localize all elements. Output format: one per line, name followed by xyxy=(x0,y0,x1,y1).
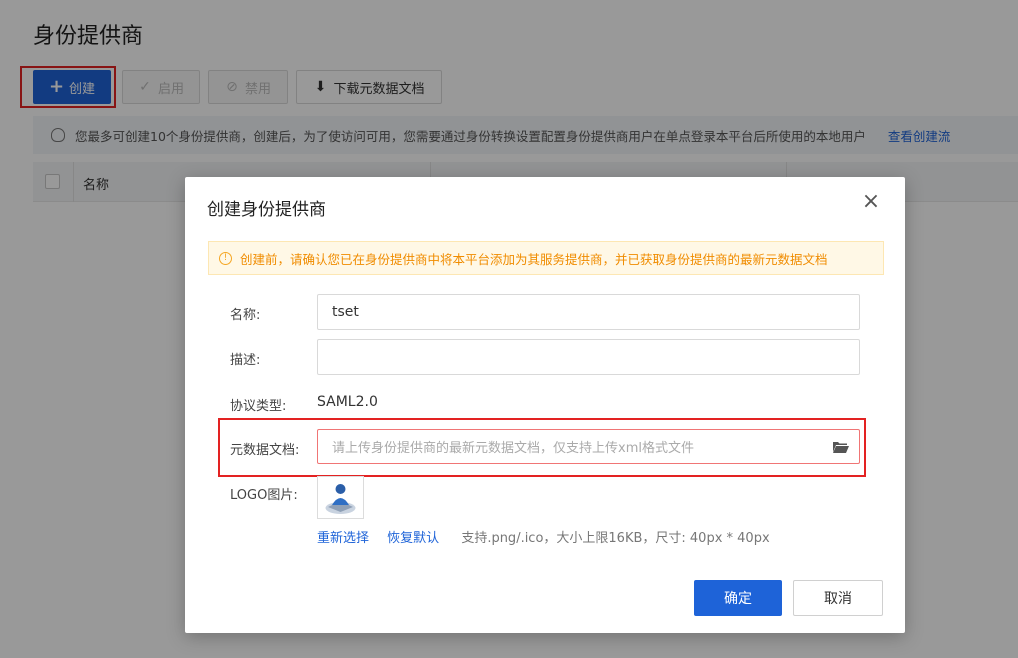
create-idp-dialog: 创建身份提供商 × ! 创建前，请确认您已在身份提供商中将本平台添加为其服务提供… xyxy=(185,177,905,633)
description-input[interactable] xyxy=(317,339,860,375)
name-label: 名称: xyxy=(230,308,261,323)
logo-user-icon xyxy=(325,484,356,514)
dialog-title: 创建身份提供商 xyxy=(207,200,326,220)
logo-hint: 支持.png/.ico，大小上限16KB，尺寸: 40px * 40px xyxy=(461,531,770,546)
close-icon[interactable]: × xyxy=(861,191,881,213)
metadata-placeholder: 请上传身份提供商的最新元数据文档，仅支持上传xml格式文件 xyxy=(332,441,694,456)
protocol-value: SAML2.0 xyxy=(317,394,378,410)
protocol-label: 协议类型: xyxy=(230,399,287,414)
confirm-button[interactable]: 确定 xyxy=(694,580,782,616)
cancel-button[interactable]: 取消 xyxy=(793,580,883,616)
logo-actions: 重新选择 恢复默认 支持.png/.ico，大小上限16KB，尺寸: 40px … xyxy=(317,527,770,546)
metadata-label: 元数据文档: xyxy=(230,443,300,458)
reselect-logo-link[interactable]: 重新选择 xyxy=(317,531,369,546)
logo-label: LOGO图片: xyxy=(230,488,298,503)
warning-text: 创建前，请确认您已在身份提供商中将本平台添加为其服务提供商，并已获取身份提供商的… xyxy=(240,251,828,267)
logo-preview[interactable] xyxy=(317,476,364,519)
warning-banner: ! 创建前，请确认您已在身份提供商中将本平台添加为其服务提供商，并已获取身份提供… xyxy=(208,241,884,275)
restore-default-logo-link[interactable]: 恢复默认 xyxy=(387,531,439,546)
metadata-file-input[interactable]: 请上传身份提供商的最新元数据文档，仅支持上传xml格式文件 xyxy=(317,429,860,464)
description-label: 描述: xyxy=(230,353,261,368)
info-icon: ! xyxy=(219,251,232,265)
name-input[interactable]: tset xyxy=(317,294,860,330)
folder-icon[interactable] xyxy=(833,441,849,453)
